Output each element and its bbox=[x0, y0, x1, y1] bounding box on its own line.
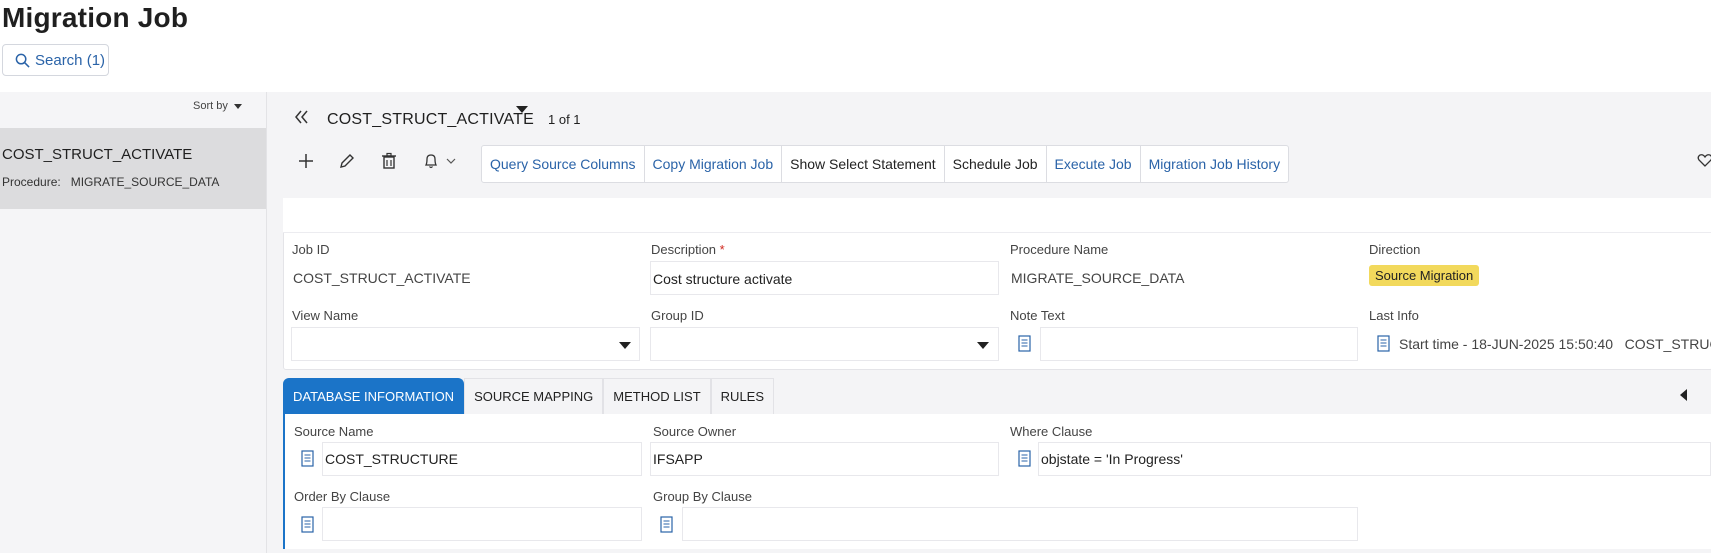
note-icon[interactable] bbox=[1018, 450, 1031, 467]
sort-by-dropdown[interactable]: Sort by bbox=[193, 100, 242, 112]
chevron-down-icon bbox=[233, 103, 242, 109]
group-by-clause-label: Group By Clause bbox=[653, 489, 752, 504]
list-item-subtitle: Procedure: MIGRATE_SOURCE_DATA bbox=[2, 175, 219, 189]
plus-icon bbox=[299, 154, 313, 168]
panel-bottom-edge bbox=[283, 549, 1711, 553]
list-item-title: COST_STRUCT_ACTIVATE bbox=[2, 146, 193, 163]
description-value[interactable]: Cost structure activate bbox=[653, 271, 792, 287]
page-title: Migration Job bbox=[2, 2, 189, 33]
copy-migration-job-button[interactable]: Copy Migration Job bbox=[645, 146, 783, 182]
where-clause-value[interactable]: objstate = 'In Progress' bbox=[1041, 451, 1183, 467]
view-name-select[interactable] bbox=[291, 327, 640, 361]
list-item-sub-label: Procedure: bbox=[2, 175, 61, 189]
direction-badge: Source Migration bbox=[1369, 265, 1480, 286]
description-label-text: Description bbox=[651, 242, 717, 257]
schedule-job-button[interactable]: Schedule Job bbox=[945, 146, 1047, 182]
note-text-label: Note Text bbox=[1010, 308, 1065, 323]
last-info-label: Last Info bbox=[1369, 308, 1419, 323]
job-id-value: COST_STRUCT_ACTIVATE bbox=[293, 270, 471, 286]
delete-button[interactable] bbox=[378, 150, 400, 172]
where-clause-label: Where Clause bbox=[1010, 424, 1093, 439]
group-by-clause-field[interactable] bbox=[682, 507, 1358, 541]
collapse-left-icon[interactable] bbox=[293, 108, 311, 126]
bell-icon bbox=[424, 154, 438, 169]
migration-job-history-button[interactable]: Migration Job History bbox=[1141, 146, 1288, 182]
note-icon[interactable] bbox=[301, 516, 314, 533]
record-title: COST_STRUCT_ACTIVATE bbox=[327, 111, 534, 128]
tab-source-mapping[interactable]: SOURCE MAPPING bbox=[464, 378, 604, 414]
record-count: 1 of 1 bbox=[548, 112, 581, 127]
list-item-sub-value: MIGRATE_SOURCE_DATA bbox=[70, 175, 220, 189]
required-mark: * bbox=[719, 242, 725, 257]
direction-label: Direction bbox=[1369, 242, 1421, 257]
show-select-statement-button[interactable]: Show Select Statement bbox=[782, 146, 945, 182]
note-icon[interactable] bbox=[1018, 335, 1031, 352]
list-item[interactable] bbox=[0, 128, 266, 209]
last-info-value: Start time - 18-JUN-2025 15:50:40 COST_S… bbox=[1399, 336, 1711, 352]
tab-scroll-left-icon[interactable] bbox=[1680, 389, 1687, 401]
favorite-icon[interactable] bbox=[1697, 152, 1711, 168]
source-owner-value[interactable]: IFSAPP bbox=[653, 451, 703, 467]
search-icon bbox=[15, 53, 30, 68]
card-header-strip bbox=[283, 198, 1711, 233]
note-icon[interactable] bbox=[1377, 335, 1390, 352]
chevron-down-icon bbox=[977, 342, 989, 349]
note-text-field[interactable] bbox=[1040, 327, 1358, 361]
search-label: Search (1) bbox=[35, 51, 106, 69]
chevron-down-icon bbox=[446, 158, 456, 164]
source-owner-label: Source Owner bbox=[653, 424, 737, 439]
order-by-clause-field[interactable] bbox=[322, 507, 642, 541]
tab-rules[interactable]: RULES bbox=[710, 378, 775, 414]
search-button[interactable]: Search (1) bbox=[2, 44, 109, 76]
source-name-label: Source Name bbox=[294, 424, 374, 439]
query-source-columns-button[interactable]: Query Source Columns bbox=[482, 146, 645, 182]
description-label: Description * bbox=[651, 242, 725, 257]
notification-button[interactable] bbox=[420, 150, 442, 172]
tab-method-list[interactable]: METHOD LIST bbox=[603, 378, 711, 414]
detail-tabs: DATABASE INFORMATION SOURCE MAPPING METH… bbox=[283, 378, 775, 414]
edit-button[interactable] bbox=[336, 150, 358, 172]
note-icon[interactable] bbox=[660, 516, 673, 533]
add-button[interactable] bbox=[295, 150, 317, 172]
notification-menu-button[interactable] bbox=[444, 150, 458, 172]
execute-job-button[interactable]: Execute Job bbox=[1047, 146, 1141, 182]
chevron-down-icon bbox=[619, 342, 631, 349]
group-id-select[interactable] bbox=[650, 327, 999, 361]
chevron-down-icon bbox=[516, 106, 528, 130]
record-selector-dropdown[interactable] bbox=[516, 106, 528, 131]
procedure-name-value: MIGRATE_SOURCE_DATA bbox=[1011, 270, 1185, 286]
pencil-icon bbox=[340, 154, 354, 168]
command-bar: Query Source Columns Copy Migration Job … bbox=[481, 145, 1290, 183]
procedure-name-label: Procedure Name bbox=[1010, 242, 1109, 257]
source-name-value[interactable]: COST_STRUCTURE bbox=[325, 451, 458, 467]
sort-by-label: Sort by bbox=[193, 100, 228, 112]
trash-icon bbox=[382, 152, 396, 169]
view-name-label: View Name bbox=[292, 308, 359, 323]
note-icon[interactable] bbox=[301, 450, 314, 467]
order-by-clause-label: Order By Clause bbox=[294, 489, 391, 504]
group-id-label: Group ID bbox=[651, 308, 704, 323]
job-id-label: Job ID bbox=[292, 242, 330, 257]
tab-database-information[interactable]: DATABASE INFORMATION bbox=[283, 378, 465, 414]
